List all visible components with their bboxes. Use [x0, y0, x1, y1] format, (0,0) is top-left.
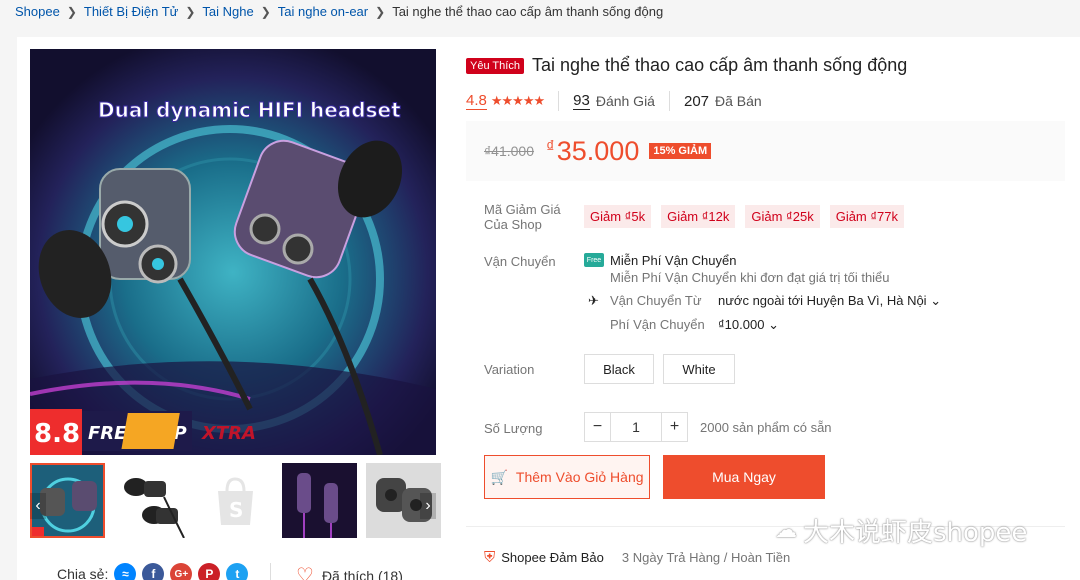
- breadcrumb-shopee[interactable]: Shopee: [15, 4, 60, 19]
- add-to-cart-button[interactable]: 🛒 Thêm Vào Giỏ Hàng: [484, 455, 650, 499]
- sold-label: Đã Bán: [715, 93, 762, 109]
- quantity-minus-button[interactable]: −: [584, 412, 611, 442]
- promo-xtra: XTRA: [201, 423, 256, 444]
- voucher-list: Giảm ₫5k Giảm ₫12k Giảm ₫25k Giảm ₫77k: [584, 205, 905, 228]
- voucher-25k[interactable]: Giảm ₫25k: [745, 205, 820, 228]
- thumbnail-3[interactable]: S: [198, 463, 273, 538]
- voucher-5k[interactable]: Giảm ₫5k: [584, 205, 652, 228]
- share-label: Chia sẻ:: [57, 566, 109, 580]
- thumbnail-next-arrow[interactable]: ›: [420, 493, 436, 519]
- like-label: Đã thích (18): [321, 567, 403, 580]
- current-price: ₫35.000: [546, 136, 639, 167]
- divider: [668, 91, 670, 111]
- quantity-plus-button[interactable]: +: [661, 412, 688, 442]
- watermark: ☁ 大木说虾皮shopee: [775, 512, 1027, 549]
- thumbnail-prev-arrow[interactable]: ‹: [30, 493, 46, 519]
- plane-icon: ✈: [588, 293, 599, 308]
- variation-black[interactable]: Black: [584, 354, 654, 384]
- free-shipping-title: Miễn Phí Vận Chuyển: [610, 253, 737, 268]
- chevron-right-icon: ❯: [185, 4, 196, 19]
- thumbnail-2[interactable]: [114, 463, 189, 538]
- discount-badge: 15% GIẢM: [649, 143, 712, 159]
- price-box: ₫41.000 ₫35.000 15% GIẢM: [466, 121, 1065, 181]
- banner-text: Dual dynamic HIFI headset: [98, 98, 401, 122]
- favorite-badge: Yêu Thích: [466, 57, 524, 74]
- google-plus-icon[interactable]: G+: [170, 563, 193, 580]
- twitter-icon[interactable]: t: [226, 563, 249, 580]
- shield-icon: ⛨: [484, 549, 496, 566]
- variation-white[interactable]: White: [663, 354, 735, 384]
- shipping-from-label: Vận Chuyển Từ: [610, 293, 702, 308]
- star-rating-icon: ★★★★★: [490, 93, 545, 108]
- variation-label: Variation: [484, 362, 535, 377]
- wechat-icon: ☁: [775, 518, 797, 543]
- sold-count: 207: [683, 92, 710, 110]
- guarantee-sub: 3 Ngày Trả Hàng / Hoàn Tiền: [621, 550, 791, 565]
- pinterest-icon[interactable]: P: [198, 563, 221, 580]
- breadcrumb-on-ear[interactable]: Tai nghe on-ear: [278, 4, 368, 19]
- add-to-cart-label: Thêm Vào Giỏ Hàng: [515, 469, 644, 485]
- title-row: Yêu Thích Tai nghe thể thao cao cấp âm t…: [466, 55, 907, 76]
- chevron-down-icon: ⌄: [930, 293, 942, 308]
- rating-value[interactable]: 4.8: [466, 92, 487, 110]
- product-main-image[interactable]: Dual dynamic HIFI headset 8.8 XTRA: [30, 49, 436, 455]
- svg-text:S: S: [229, 498, 243, 522]
- buy-now-button[interactable]: Mua Ngay: [663, 455, 825, 499]
- facebook-icon[interactable]: f: [142, 563, 165, 580]
- current-price-value: 35.000: [556, 135, 640, 166]
- review-count[interactable]: 93: [573, 92, 590, 110]
- cart-icon: 🛒: [490, 468, 508, 485]
- currency-symbol: ₫: [546, 136, 555, 156]
- share-row: Chia sẻ: ≈ f G+ P t: [57, 563, 249, 580]
- thumbnail-4[interactable]: [282, 463, 357, 538]
- breadcrumb-current: Tai nghe thể thao cao cấp âm thanh sống …: [392, 4, 664, 19]
- old-price: ₫41.000: [484, 143, 535, 159]
- chevron-right-icon: ❯: [66, 4, 77, 19]
- rating-row: 4.8 ★★★★★ 93 Đánh Giá 207 Đã Bán: [466, 91, 762, 111]
- shipping-fee-select[interactable]: ₫10.000 ⌄: [718, 317, 779, 333]
- product-title: Tai nghe thể thao cao cấp âm thanh sống …: [531, 55, 908, 75]
- chevron-down-icon: ⌄: [768, 317, 779, 332]
- chevron-right-icon: ❯: [260, 4, 271, 19]
- watermark-text: 大木说虾皮shopee: [803, 518, 1028, 548]
- promo-number: 8.8: [34, 419, 80, 449]
- breadcrumb-headphones[interactable]: Tai Nghe: [202, 4, 253, 19]
- shipping-fee-value: ₫10.000: [718, 317, 765, 332]
- shipping-label: Vận Chuyển: [484, 254, 556, 269]
- messenger-icon[interactable]: ≈: [114, 563, 137, 580]
- product-card: Dual dynamic HIFI headset 8.8 XTRA S ‹ ›…: [17, 37, 1080, 580]
- quantity-stepper: − 1 +: [584, 412, 688, 442]
- voucher-77k[interactable]: Giảm ₫77k: [829, 205, 905, 228]
- guarantee-title: Shopee Đảm Bảo: [501, 550, 604, 565]
- free-shipping-truck-icon: Free: [584, 253, 604, 267]
- quantity-input[interactable]: 1: [611, 412, 661, 442]
- heart-icon: ♡: [296, 565, 314, 580]
- thumbnail-strip: S: [30, 463, 441, 538]
- breadcrumb: Shopee ❯ Thiết Bị Điện Tử ❯ Tai Nghe ❯ T…: [15, 4, 663, 19]
- shipping-from-select[interactable]: nước ngoài tới Huyện Ba Vì, Hà Nội ⌄: [718, 293, 941, 309]
- review-label: Đánh Giá: [595, 93, 655, 109]
- divider: [558, 91, 560, 111]
- voucher-12k[interactable]: Giảm ₫12k: [661, 205, 736, 228]
- shipping-fee-label: Phí Vận Chuyển: [610, 317, 705, 332]
- like-button[interactable]: ♡ Đã thích (18): [270, 563, 403, 580]
- quantity-label: Số Lượng: [484, 421, 543, 436]
- chevron-right-icon: ❯: [375, 4, 386, 19]
- breadcrumb-electronics[interactable]: Thiết Bị Điện Tử: [84, 4, 178, 19]
- stock-count: 2000 sản phẩm có sẵn: [700, 420, 832, 435]
- shipping-from-value: nước ngoài tới Huyện Ba Vì, Hà Nội: [718, 293, 927, 308]
- voucher-label: Mã Giảm Giá Của Shop: [484, 202, 561, 232]
- shopee-guarantee[interactable]: ⛨ Shopee Đảm Bảo 3 Ngày Trả Hàng / Hoàn …: [484, 549, 790, 566]
- free-shipping-desc: Miễn Phí Vận Chuyển khi đơn đạt giá trị …: [610, 270, 890, 285]
